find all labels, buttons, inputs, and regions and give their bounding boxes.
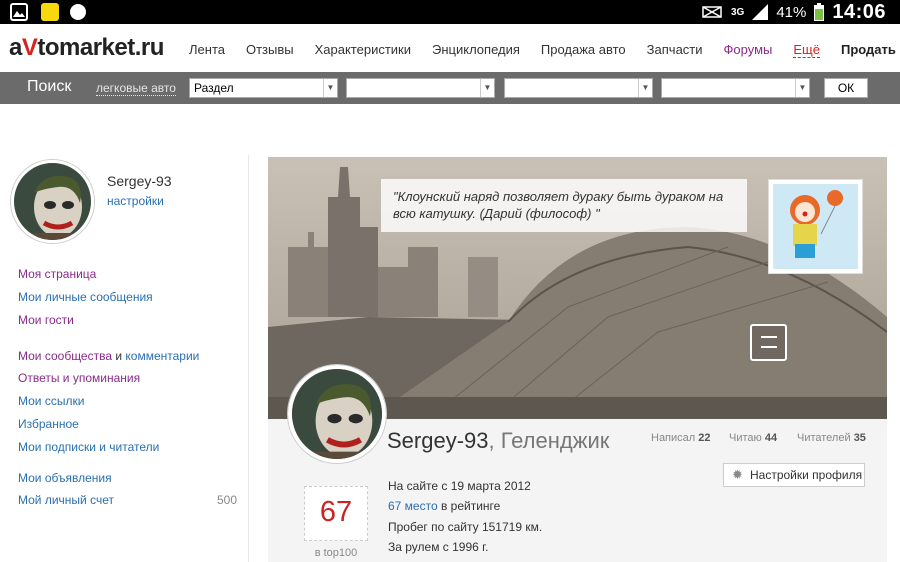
driving-since: За рулем с 1996 г. xyxy=(388,540,489,554)
username[interactable]: Sergey-93 xyxy=(107,173,172,189)
stat-written[interactable]: Написал 22 xyxy=(651,432,711,444)
profile-settings-button[interactable]: ✹ Настройки профиля xyxy=(723,463,865,487)
nav-sell[interactable]: Продать xyxy=(841,42,896,58)
nav-reviews[interactable]: Отзывы xyxy=(246,42,294,58)
nav-parts[interactable]: Запчасти xyxy=(647,42,703,58)
menu-replies[interactable]: Ответы и упоминания xyxy=(18,371,140,385)
skull-app-icon xyxy=(70,4,86,20)
nav-car-sales[interactable]: Продажа авто xyxy=(541,42,626,58)
signal-icon xyxy=(752,4,769,20)
nav-forums[interactable]: Форумы xyxy=(724,42,773,58)
search-category[interactable]: легковые авто xyxy=(96,81,176,96)
account-balance: 500 xyxy=(217,493,238,507)
menu-ads[interactable]: Мои объявления xyxy=(18,471,112,485)
top-navigation: aVtomarket.ru Лента Отзывы Характеристик… xyxy=(0,24,900,72)
filter-select-3[interactable]: ▼ xyxy=(504,78,653,98)
mute-icon xyxy=(702,6,722,18)
menu-favorites[interactable]: Избранное xyxy=(18,417,79,431)
battery-icon xyxy=(814,3,825,21)
search-ok-button[interactable]: ОК xyxy=(824,78,868,98)
cover-menu-button[interactable] xyxy=(750,324,787,361)
section-select[interactable]: Раздел ▼ xyxy=(189,78,338,98)
stat-reading[interactable]: Читаю 44 xyxy=(729,432,777,444)
spongebob-app-icon xyxy=(41,3,59,21)
site-logo[interactable]: aVtomarket.ru xyxy=(9,34,164,62)
network-type: 3G xyxy=(730,6,745,18)
profile-name: Sergey-93 xyxy=(387,428,489,453)
chevron-down-icon: ▼ xyxy=(795,79,809,97)
menu-messages[interactable]: Мои личные сообщения xyxy=(18,290,153,304)
status-bar: 3G 41% 14:06 xyxy=(0,0,900,24)
menu-comments[interactable]: комментарии xyxy=(125,349,199,363)
nav-encyclopedia[interactable]: Энциклопедия xyxy=(432,42,520,58)
clock: 14:06 xyxy=(832,0,886,23)
nav-more[interactable]: Ещё xyxy=(793,42,820,58)
profile-city: , Геленджик xyxy=(488,428,610,453)
main-menu: Лента Отзывы Характеристики Энциклопедия… xyxy=(189,42,896,58)
chevron-down-icon: ▼ xyxy=(480,79,494,97)
chevron-down-icon: ▼ xyxy=(638,79,652,97)
avatar[interactable] xyxy=(11,160,94,243)
gear-icon: ✹ xyxy=(732,467,743,482)
profile-avatar[interactable] xyxy=(288,365,386,463)
menu-subscriptions[interactable]: Мои подписки и читатели xyxy=(18,440,159,454)
settings-link[interactable]: настройки xyxy=(107,194,164,208)
search-bar: Поиск легковые авто Раздел ▼ ▼ ▼ ▼ ОК xyxy=(0,72,900,104)
rank-label: в top100 xyxy=(314,547,358,559)
nav-feed[interactable]: Лента xyxy=(189,42,225,58)
filter-select-4[interactable]: ▼ xyxy=(661,78,810,98)
rating-row: 67 место в рейтинге xyxy=(388,499,501,513)
menu-communities[interactable]: Мои сообщества xyxy=(18,349,112,363)
site-mileage: Пробег по сайту 151719 км. xyxy=(388,520,543,534)
search-label: Поиск xyxy=(27,78,72,95)
profile-name-row: Sergey-93, Геленджик xyxy=(387,428,609,454)
rating-link[interactable]: 67 место xyxy=(388,499,438,513)
chevron-down-icon: ▼ xyxy=(323,79,337,97)
column-divider xyxy=(248,155,249,562)
member-since: На сайте с 19 марта 2012 xyxy=(388,479,531,493)
menu-guests[interactable]: Мои гости xyxy=(18,313,74,327)
rank-box: 67 xyxy=(304,486,368,541)
gallery-icon xyxy=(10,3,28,21)
menu-links[interactable]: Мои ссылки xyxy=(18,394,84,408)
filter-select-2[interactable]: ▼ xyxy=(346,78,495,98)
menu-account[interactable]: Мой личный счет xyxy=(18,493,114,507)
stat-readers[interactable]: Читателей 35 xyxy=(797,432,866,444)
clown-photo[interactable] xyxy=(768,179,863,274)
profile-quote: "Клоунский наряд позволяет дураку быть д… xyxy=(381,179,747,232)
nav-specs[interactable]: Характеристики xyxy=(315,42,411,58)
battery-percent: 41% xyxy=(776,3,807,21)
menu-my-page[interactable]: Моя страница xyxy=(18,267,96,281)
menu-communities-row: Мои сообщества и комментарии xyxy=(18,349,200,363)
